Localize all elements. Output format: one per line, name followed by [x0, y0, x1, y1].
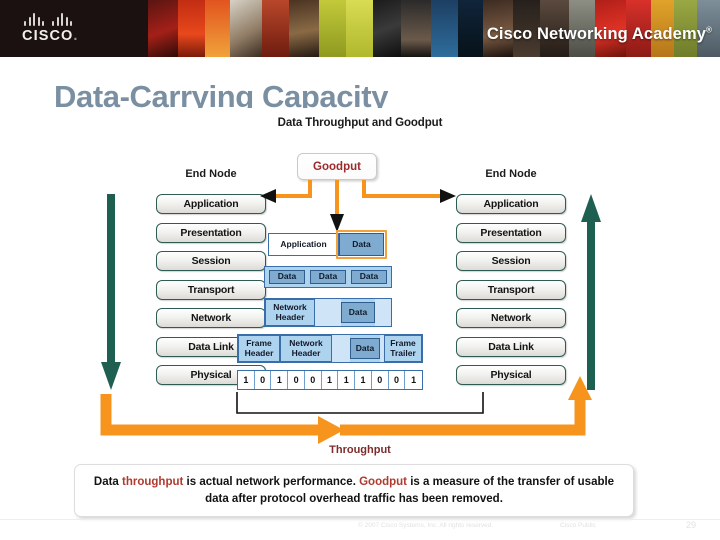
enc-cell-packet-pad-right [375, 299, 391, 326]
enc-cell-frame-trailer: Frame Trailer [384, 335, 422, 362]
enc-cell-frame-header: Frame Header [238, 335, 280, 362]
enc-cell-network-header: Network Header [265, 299, 315, 326]
networking-academy-label: Cisco Networking Academy [486, 25, 706, 43]
diagram-container: Data Throughput and Goodput End Node End… [60, 108, 660, 518]
goodput-highlight-box [336, 230, 387, 259]
layer-box-right-session[interactable]: Session [456, 251, 566, 271]
bit-cell: 1 [355, 371, 372, 389]
enc-cell-packet-data: Data [341, 302, 375, 323]
cisco-wordmark-dot: . [73, 28, 79, 44]
encapsulation-row-segments: Data Data Data [264, 266, 392, 288]
enc-cell-packet-pad-left [315, 299, 341, 326]
bit-cell: 0 [305, 371, 322, 389]
registered-mark: ® [706, 25, 712, 35]
layer-box-right-network[interactable]: Network [456, 308, 566, 328]
caption-keyword-throughput: throughput [122, 476, 184, 488]
osi-stack-left: Application Presentation Session Transpo… [156, 194, 266, 394]
cisco-banner: CISCO. Cisco Networking Academy® [0, 0, 720, 57]
caption-part-1: Data [93, 476, 123, 488]
layer-box-right-physical[interactable]: Physical [456, 365, 566, 385]
page-number: 29 [686, 520, 697, 530]
slide-footer: © 2007 Cisco Systems, Inc. All rights re… [0, 520, 720, 534]
networking-academy-title: Cisco Networking Academy® [487, 25, 712, 44]
encapsulation-row-packet: Network Header Data [264, 298, 392, 327]
enc-cell-segment-3: Data [351, 270, 387, 284]
caption-part-2: is actual network performance. [183, 476, 360, 488]
bit-cell: 0 [288, 371, 305, 389]
enc-cell-frame-pad-left [332, 335, 350, 362]
encapsulation-row-bits: 1 0 1 0 0 1 1 1 0 0 1 [237, 370, 423, 390]
layer-box-left-network[interactable]: Network [156, 308, 266, 328]
end-node-label-right: End Node [485, 168, 537, 180]
bit-cell: 1 [322, 371, 339, 389]
goodput-callout-box[interactable]: Goodput [297, 153, 377, 180]
enc-cell-application: Application [268, 233, 339, 256]
page-title: Data-Carrying Capacity [54, 79, 389, 108]
layer-box-left-application[interactable]: Application [156, 194, 266, 214]
osi-stack-right: Application Presentation Session Transpo… [456, 194, 566, 394]
cisco-bridge-icon [24, 12, 132, 26]
classification-label: Cisco Public [560, 522, 596, 529]
bit-cell: 0 [389, 371, 406, 389]
diagram-title: Data Throughput and Goodput [277, 117, 443, 129]
layer-box-right-presentation[interactable]: Presentation [456, 222, 566, 243]
layer-box-left-presentation[interactable]: Presentation [156, 222, 266, 243]
bit-cell: 1 [338, 371, 356, 389]
throughput-label: Throughput [329, 444, 391, 456]
layer-box-left-session[interactable]: Session [156, 251, 266, 271]
cisco-wordmark: CISCO. [22, 28, 132, 44]
enc-cell-segment-2: Data [310, 270, 346, 284]
caption-keyword-goodput: Goodput [359, 476, 408, 488]
enc-cell-frame-network-header: Network Header [280, 335, 332, 362]
decapsulation-up-arrow [580, 194, 602, 394]
layer-box-right-data-link[interactable]: Data Link [456, 336, 566, 357]
encapsulation-down-arrow [100, 194, 122, 394]
copyright-text: © 2007 Cisco Systems, Inc. All rights re… [358, 522, 494, 529]
bit-cell: 1 [238, 371, 255, 389]
layer-box-right-application[interactable]: Application [456, 194, 566, 214]
encapsulation-row-frame: Frame Header Network Header Data Frame T… [237, 334, 423, 363]
bit-cell: 0 [372, 371, 389, 389]
summary-caption: Data throughput is actual network perfor… [74, 464, 634, 518]
enc-cell-frame-data: Data [350, 338, 380, 359]
bit-cell: 1 [411, 375, 417, 385]
layer-box-right-transport[interactable]: Transport [456, 279, 566, 300]
layer-box-left-transport[interactable]: Transport [156, 279, 266, 300]
cisco-wordmark-text: CISCO [22, 28, 74, 44]
end-node-label-left: End Node [185, 168, 237, 180]
bit-cell: 1 [271, 371, 289, 389]
enc-cell-segment-1: Data [269, 270, 305, 284]
cisco-logo: CISCO. [22, 12, 132, 44]
bit-cell: 0 [255, 371, 272, 389]
